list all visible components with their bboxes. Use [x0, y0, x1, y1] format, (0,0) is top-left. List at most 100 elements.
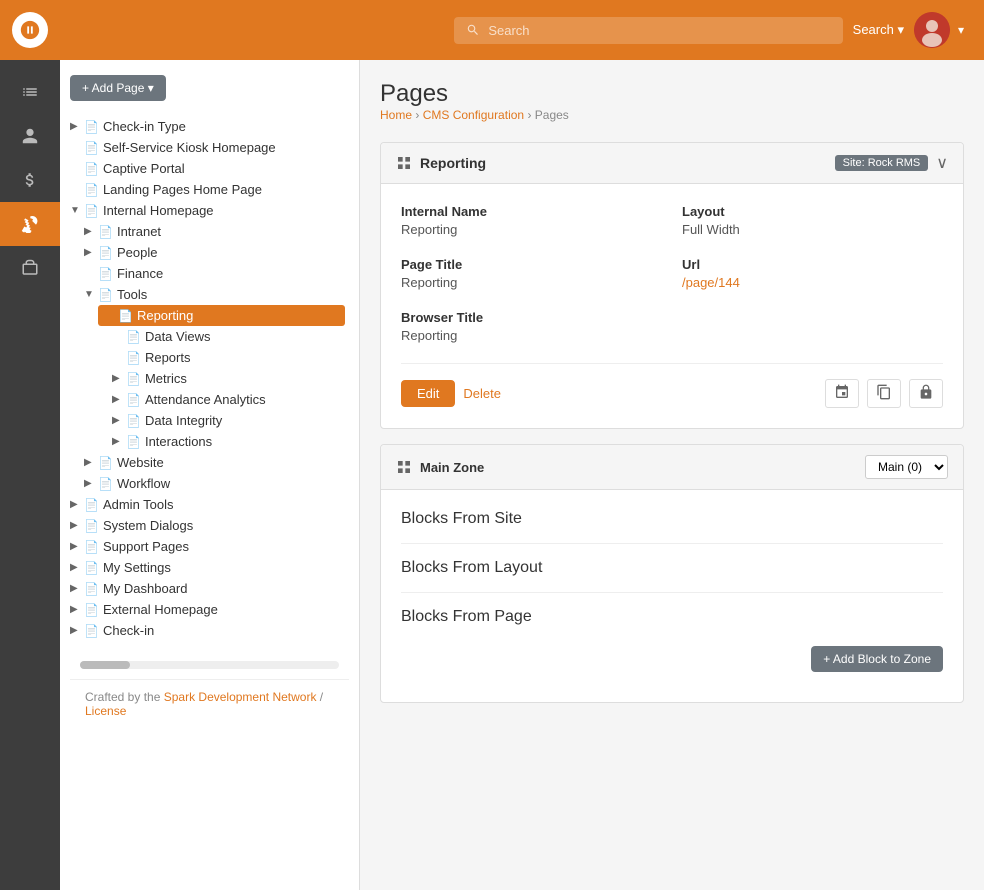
- page-icon: 📄: [84, 519, 99, 533]
- url-value[interactable]: /page/144: [682, 275, 740, 290]
- toggle-icon: ▶: [84, 457, 98, 468]
- card-actions-right: [825, 379, 943, 408]
- avatar-dropdown-icon[interactable]: ▾: [958, 23, 964, 37]
- content-area: + Add Page ▾ ▶ 📄 Check-in Type 📄 Self-Se…: [60, 60, 984, 890]
- copy-icon-btn[interactable]: [867, 379, 901, 408]
- child-pages-icon: [834, 384, 850, 400]
- main-zone-card: Main Zone Main (0) Blocks From Site Bloc…: [380, 444, 964, 703]
- license-link[interactable]: License: [85, 704, 126, 718]
- edit-button[interactable]: Edit: [401, 380, 455, 407]
- breadcrumb-cms[interactable]: CMS Configuration: [423, 108, 524, 122]
- lock-icon-btn[interactable]: [909, 379, 943, 408]
- zone-body: Blocks From Site Blocks From Layout Bloc…: [381, 490, 963, 702]
- tree-item-reporting[interactable]: 📄 Reporting: [98, 305, 345, 326]
- zone-select[interactable]: Main (0): [865, 455, 948, 479]
- divider-2: [401, 592, 943, 593]
- blocks-icon: [396, 459, 412, 475]
- add-page-button[interactable]: + Add Page ▾: [70, 75, 166, 101]
- nav-icon-wrench[interactable]: [0, 202, 60, 246]
- toggle-icon: ▶: [112, 415, 126, 426]
- reporting-card-body: Internal Name Reporting Layout Full Widt…: [381, 184, 963, 428]
- page-icon: 📄: [84, 183, 99, 197]
- nav-icon-briefcase[interactable]: [0, 246, 60, 290]
- page-title: Pages: [380, 80, 964, 108]
- tree-item-checkin-type[interactable]: ▶ 📄 Check-in Type: [70, 116, 349, 137]
- toggle-icon: ▶: [70, 625, 84, 636]
- toggle-icon: ▶: [70, 499, 84, 510]
- logo-area[interactable]: [0, 0, 60, 60]
- toggle-icon: ▶: [112, 436, 126, 447]
- tree-item-external-homepage[interactable]: ▶ 📄 External Homepage: [70, 599, 349, 620]
- tree-item-website[interactable]: ▶ 📄 Website: [84, 452, 349, 473]
- tree-item-finance[interactable]: 📄 Finance: [84, 263, 349, 284]
- page-icon: 📄: [126, 393, 141, 407]
- tree-item-admin-tools[interactable]: ▶ 📄 Admin Tools: [70, 494, 349, 515]
- tree-item-attendance-analytics[interactable]: ▶ 📄 Attendance Analytics: [112, 389, 349, 410]
- collapse-button[interactable]: ∨: [936, 153, 948, 173]
- toggle-icon: ▶: [70, 562, 84, 573]
- page-icon: 📄: [98, 477, 113, 491]
- page-header: Pages Home › CMS Configuration › Pages: [380, 80, 964, 122]
- page-icon: 📄: [84, 204, 99, 218]
- zone-header-left: Main Zone: [396, 459, 484, 475]
- lock-icon: [918, 384, 934, 400]
- delete-button[interactable]: Delete: [463, 380, 501, 407]
- tree-item-system-dialogs[interactable]: ▶ 📄 System Dialogs: [70, 515, 349, 536]
- add-block-button[interactable]: + Add Block to Zone: [811, 646, 943, 672]
- page-icon: 📄: [84, 582, 99, 596]
- tree-item-internal-homepage[interactable]: ▼ 📄 Internal Homepage: [70, 200, 349, 221]
- reporting-card: Reporting Site: Rock RMS ∨ Internal Name…: [380, 142, 964, 429]
- tree-item-reports[interactable]: 📄 Reports: [112, 347, 349, 368]
- blocks-from-site: Blocks From Site: [401, 510, 943, 528]
- search-icon: [466, 23, 480, 37]
- grid-icon: [396, 155, 412, 171]
- tree-item-support-pages[interactable]: ▶ 📄 Support Pages: [70, 536, 349, 557]
- tree-item-data-integrity[interactable]: ▶ 📄 Data Integrity: [112, 410, 349, 431]
- breadcrumb-pages: Pages: [535, 108, 569, 122]
- page-icon: 📄: [98, 246, 113, 260]
- tree-item-interactions[interactable]: ▶ 📄 Interactions: [112, 431, 349, 452]
- nav-icon-list[interactable]: [0, 70, 60, 114]
- tree-item-captive[interactable]: 📄 Captive Portal: [70, 158, 349, 179]
- toggle-icon: ▶: [84, 247, 98, 258]
- url-field: Url /page/144: [682, 257, 943, 290]
- page-title-field: Page Title Reporting: [401, 257, 662, 290]
- tree-item-my-dashboard[interactable]: ▶ 📄 My Dashboard: [70, 578, 349, 599]
- internal-name-label: Internal Name: [401, 204, 662, 219]
- search-box: [454, 17, 842, 44]
- page-icon: 📄: [98, 267, 113, 281]
- tree-item-my-settings[interactable]: ▶ 📄 My Settings: [70, 557, 349, 578]
- tree-item-kiosk[interactable]: 📄 Self-Service Kiosk Homepage: [70, 137, 349, 158]
- tree-item-intranet[interactable]: ▶ 📄 Intranet: [84, 221, 349, 242]
- nav-icon-person[interactable]: [0, 114, 60, 158]
- layout-field: Layout Full Width: [682, 204, 943, 237]
- search-input[interactable]: [488, 23, 830, 38]
- tree-item-landing[interactable]: 📄 Landing Pages Home Page: [70, 179, 349, 200]
- spark-link[interactable]: Spark Development Network: [164, 690, 317, 704]
- tree-item-tools[interactable]: ▼ 📄 Tools: [84, 284, 349, 305]
- main-zone-title: Main Zone: [420, 460, 484, 475]
- child-pages-icon-btn[interactable]: [825, 379, 859, 408]
- tree-item-data-views[interactable]: 📄 Data Views: [112, 326, 349, 347]
- nav-icon-dollar[interactable]: [0, 158, 60, 202]
- tree-item-people[interactable]: ▶ 📄 People: [84, 242, 349, 263]
- tree-item-workflow[interactable]: ▶ 📄 Workflow: [84, 473, 349, 494]
- toggle-icon: ▶: [70, 520, 84, 531]
- page-icon: 📄: [84, 498, 99, 512]
- page-icon: 📄: [126, 351, 141, 365]
- toggle-icon: ▶: [84, 478, 98, 489]
- avatar[interactable]: [914, 12, 950, 48]
- url-label: Url: [682, 257, 943, 272]
- page-icon: 📄: [126, 372, 141, 386]
- page-icon: 📄: [98, 456, 113, 470]
- tree-item-checkin[interactable]: ▶ 📄 Check-in: [70, 620, 349, 641]
- toggle-icon: ▼: [70, 205, 84, 216]
- page-icon: 📄: [126, 435, 141, 449]
- topbar: Search ▾ ▾: [60, 0, 984, 60]
- scroll-track[interactable]: [80, 661, 339, 669]
- internal-homepage-children: ▶ 📄 Intranet ▶ 📄 People 📄 Finance ▼: [70, 221, 349, 494]
- toggle-icon: ▶: [70, 121, 84, 132]
- search-dropdown-btn[interactable]: Search ▾: [853, 22, 904, 38]
- tree-item-metrics[interactable]: ▶ 📄 Metrics: [112, 368, 349, 389]
- breadcrumb-home[interactable]: Home: [380, 108, 412, 122]
